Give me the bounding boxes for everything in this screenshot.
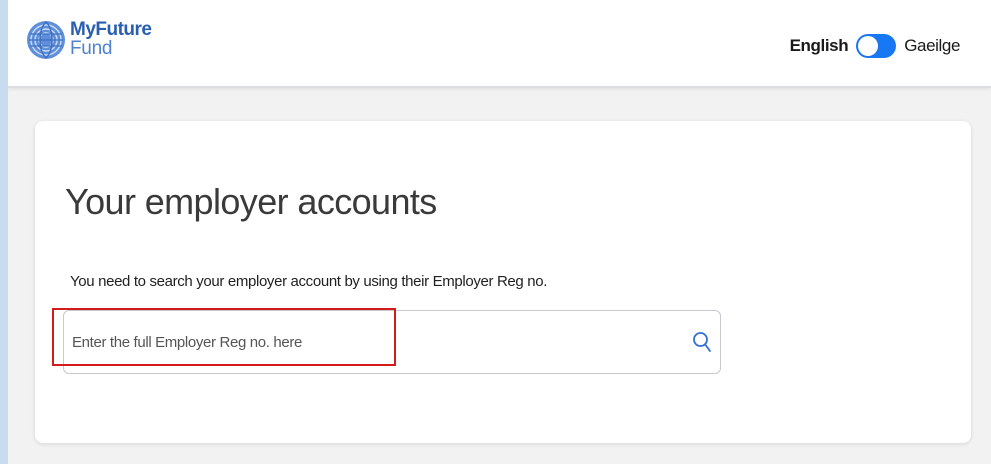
myfuturefund-logo[interactable]: MyFuture Fund (26, 20, 152, 72)
page-title: Your employer accounts (65, 181, 437, 222)
employer-accounts-card: Your employer accounts You need to searc… (35, 121, 971, 443)
app-window: MyFuture Fund English Gaeilge Your emplo… (8, 0, 991, 464)
logo-text-line2: Fund (70, 38, 113, 59)
employer-search-box (63, 310, 721, 374)
language-english-label[interactable]: English (790, 36, 849, 56)
top-header: MyFuture Fund English Gaeilge (8, 0, 991, 88)
toggle-knob (858, 36, 879, 56)
search-icon[interactable] (692, 331, 712, 353)
logo-text: MyFuture Fund (70, 20, 152, 58)
language-toggle[interactable] (856, 34, 897, 58)
logo-text-line1: MyFuture (70, 19, 152, 40)
search-instruction: You need to search your employer account… (70, 273, 548, 290)
logo-globe-icon (27, 21, 65, 59)
employer-reg-search-input[interactable] (72, 311, 672, 373)
language-switch: English Gaeilge (790, 31, 960, 61)
language-gaeilge-label[interactable]: Gaeilge (904, 36, 960, 56)
